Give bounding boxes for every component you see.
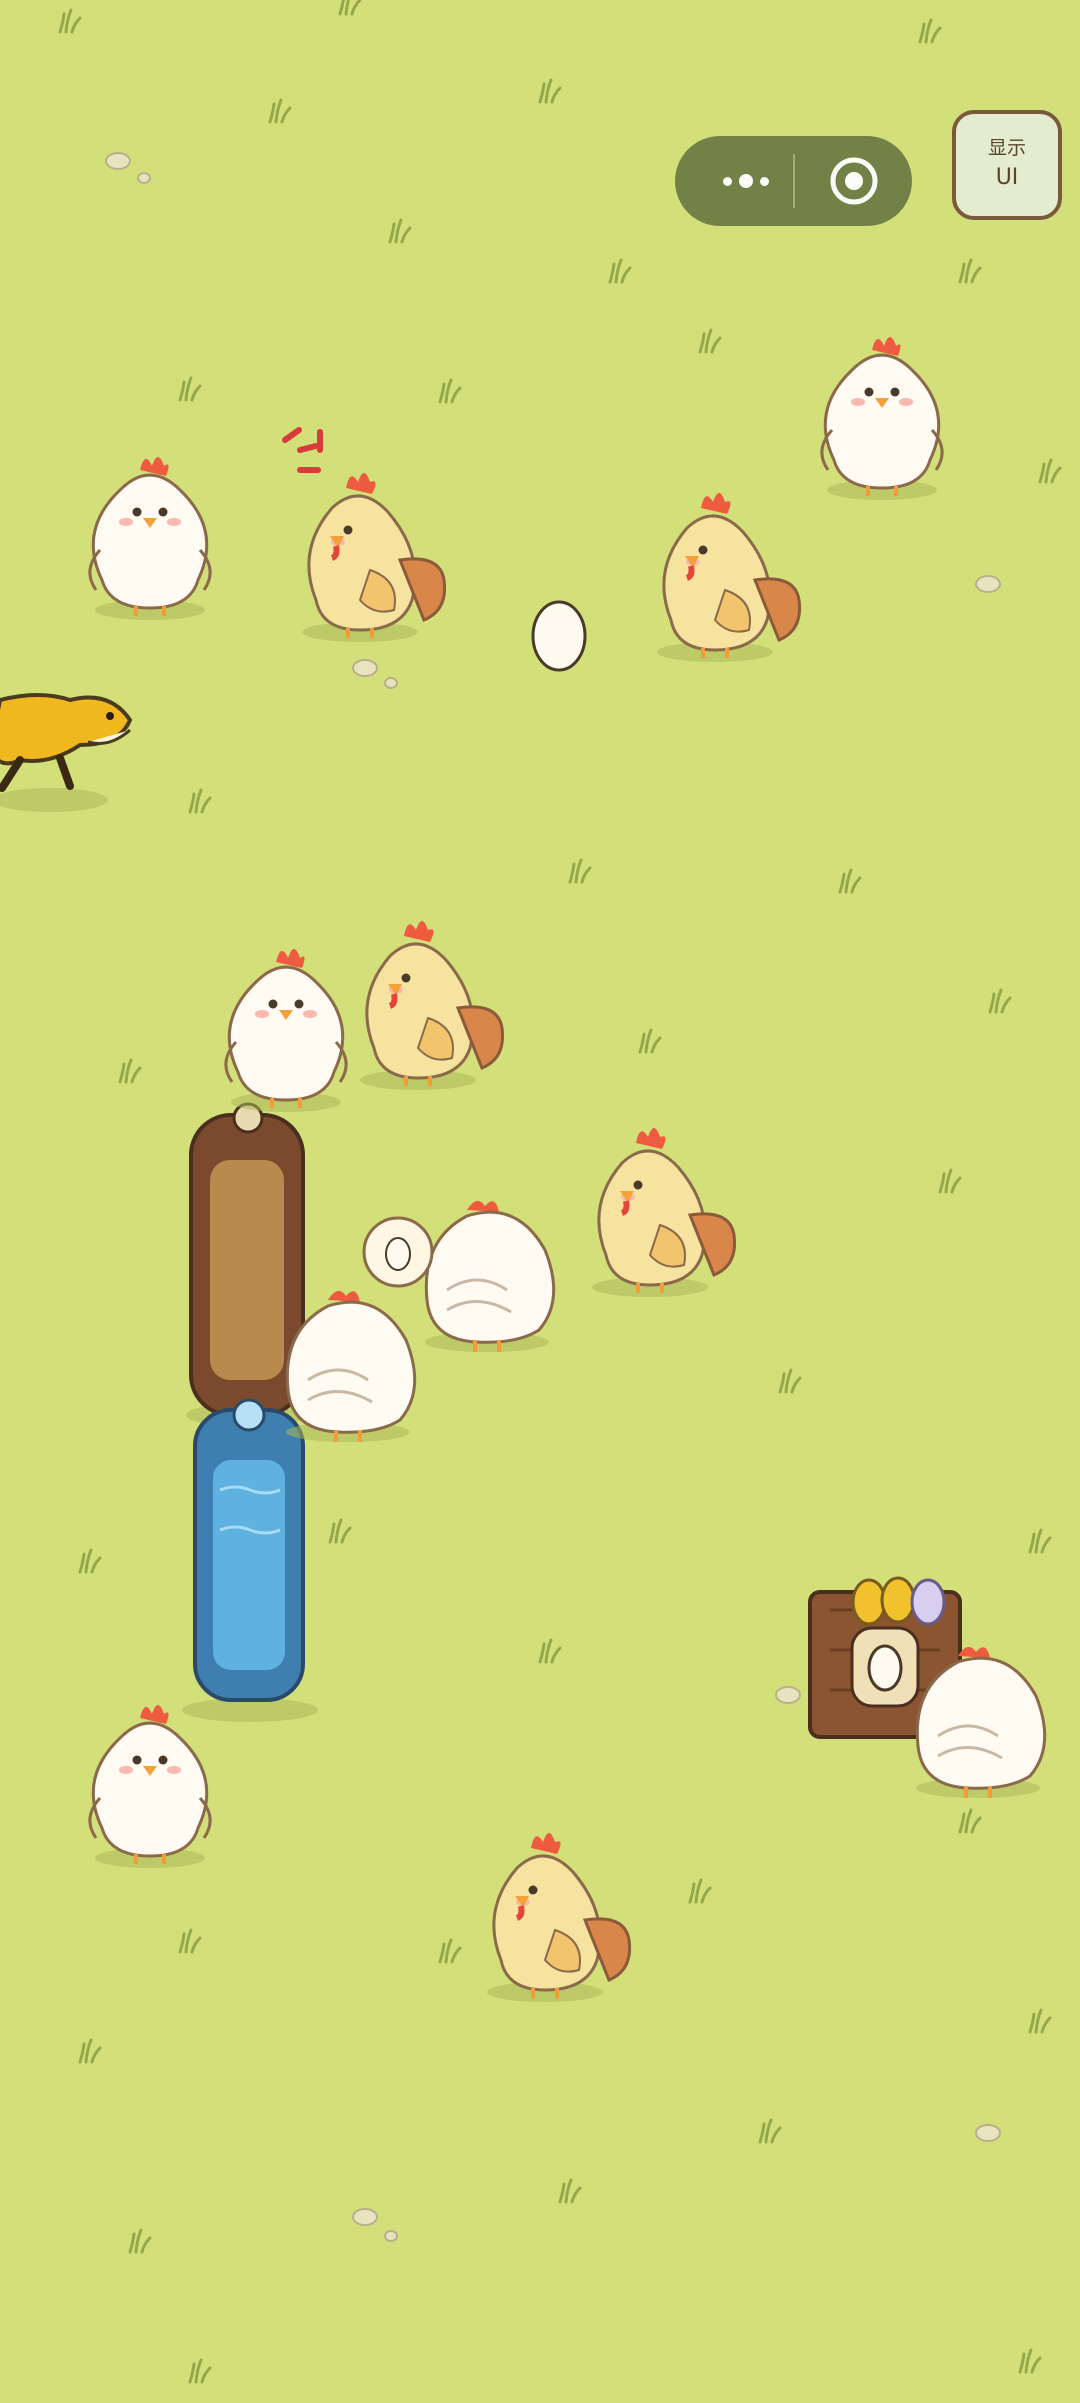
dot: [739, 174, 753, 188]
anger-marks: [282, 427, 323, 473]
capsule-divider: [793, 154, 795, 208]
egg[interactable]: [531, 600, 587, 672]
farm-field: [0, 0, 1062, 2384]
dot: [760, 176, 769, 186]
weasel[interactable]: [0, 693, 133, 812]
chicken[interactable]: [657, 493, 800, 662]
show-ui-label-ui: UI: [995, 165, 1019, 190]
mini-program-capsule: [675, 136, 912, 226]
chicken[interactable]: [592, 1128, 735, 1297]
more-dots-icon[interactable]: [701, 136, 791, 226]
dot: [723, 176, 732, 186]
chicken[interactable]: [423, 1198, 556, 1354]
show-ui-button[interactable]: 显示 UI: [952, 110, 1062, 220]
chicken[interactable]: [487, 1833, 630, 2002]
chicken[interactable]: [360, 921, 503, 1090]
target-circle-icon[interactable]: [829, 156, 879, 206]
show-ui-label: 显示: [987, 137, 1026, 159]
chicken[interactable]: [284, 1288, 417, 1444]
egg-thought-bubble: [362, 1216, 434, 1288]
chicken[interactable]: [87, 455, 213, 622]
chicken[interactable]: [223, 947, 349, 1114]
water-trough[interactable]: [182, 1398, 318, 1722]
chicken[interactable]: [819, 335, 945, 502]
chicken[interactable]: [87, 1703, 213, 1870]
chicken[interactable]: [302, 473, 445, 642]
